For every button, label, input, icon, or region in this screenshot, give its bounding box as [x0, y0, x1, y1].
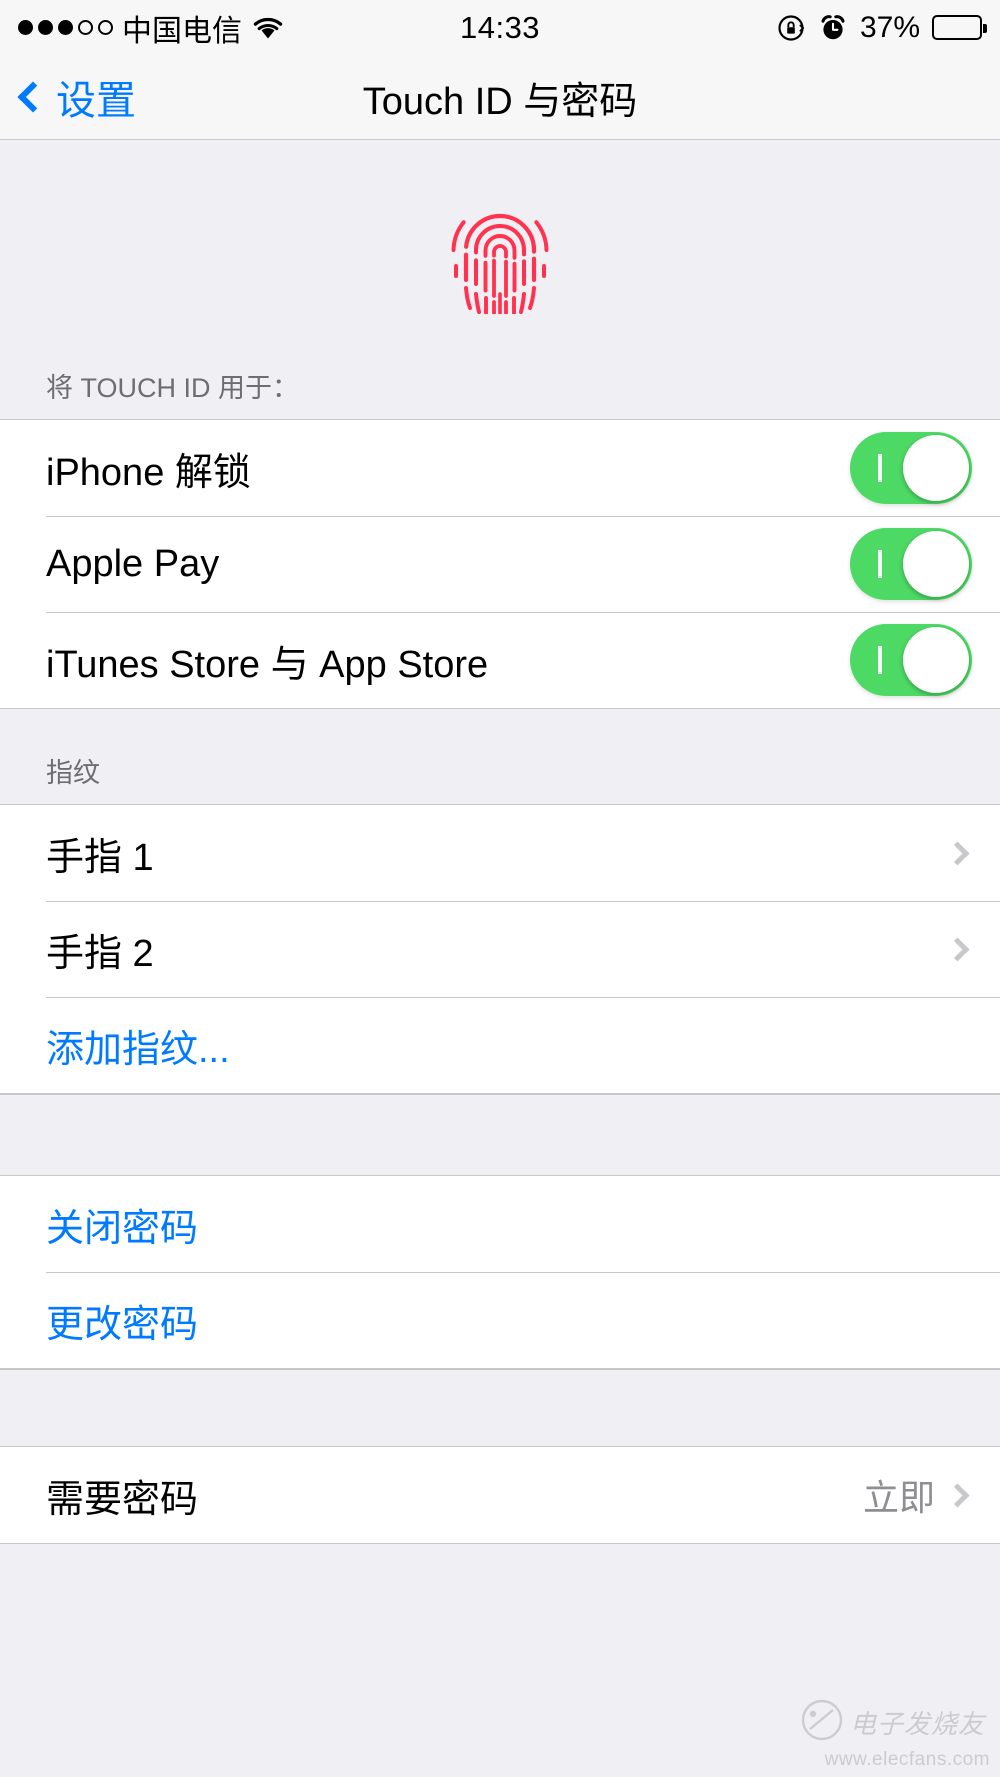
signal-dot-filled	[58, 20, 73, 35]
back-button[interactable]: 设置	[17, 68, 136, 126]
battery-percent-label: 37%	[859, 10, 921, 44]
toggle-on-bar-icon	[878, 550, 882, 578]
alarm-clock-icon	[818, 13, 848, 43]
signal-dot-empty	[78, 20, 93, 35]
rotation-lock-icon	[776, 13, 806, 43]
row-change-passcode[interactable]: 更改密码	[0, 1272, 1000, 1368]
group-require-passcode: 需要密码 立即	[0, 1447, 1000, 1544]
status-bar-clock: 14:33	[459, 9, 541, 45]
toggle-knob	[903, 627, 969, 693]
section-header-touchid-uses: 将 TOUCH ID 用于：	[0, 366, 1000, 419]
watermark-logo-icon	[800, 1698, 844, 1747]
row-label: iPhone 解锁	[46, 451, 251, 494]
row-label: 更改密码	[46, 1303, 199, 1346]
group-passcode-actions: 关闭密码 更改密码	[0, 1176, 1000, 1369]
row-label: 需要密码	[46, 1478, 199, 1521]
row-label: 关闭密码	[46, 1207, 199, 1250]
toggle-knob	[903, 531, 969, 597]
row-iphone-unlock[interactable]: iPhone 解锁	[0, 420, 1000, 516]
status-bar-left: 中国电信	[18, 6, 460, 50]
status-bar-right: 37%	[540, 10, 988, 45]
fingerprint-icon	[444, 194, 556, 316]
battery-icon	[932, 15, 988, 40]
iphone-settings-screen: 中国电信 14:33 37% 设置 Touch ID 与密码 将 TOUCH I…	[0, 0, 1000, 1777]
watermark-row: 电子发烧友	[800, 1698, 990, 1747]
section-gap-passcode	[0, 1094, 1000, 1176]
toggle-itunes-app-store[interactable]	[850, 624, 972, 696]
toggle-on-bar-icon	[878, 454, 882, 482]
toggle-apple-pay[interactable]	[850, 528, 972, 600]
hero-area	[0, 141, 1000, 366]
row-finger-2[interactable]: 手指 2	[0, 901, 1000, 997]
row-label: 手指 1	[46, 836, 154, 879]
carrier-name: 中国电信	[122, 14, 242, 48]
group-touchid-uses: iPhone 解锁 Apple Pay iTunes Store 与 App S…	[0, 419, 1000, 709]
signal-dot-filled	[18, 20, 33, 35]
row-itunes-app-store[interactable]: iTunes Store 与 App Store	[0, 612, 1000, 708]
group-fingerprints: 手指 1 手指 2 添加指纹...	[0, 804, 1000, 1094]
row-turn-passcode-off[interactable]: 关闭密码	[0, 1176, 1000, 1272]
status-bar: 中国电信 14:33 37%	[0, 0, 1000, 55]
watermark-url: www.elecfans.com	[824, 1749, 990, 1770]
section-header-fingerprints: 指纹	[0, 709, 1000, 804]
settings-content: 将 TOUCH ID 用于： iPhone 解锁 Apple Pay iTune…	[0, 141, 1000, 1544]
status-bar-center: 14:33	[460, 10, 540, 46]
toggle-knob	[903, 435, 969, 501]
wifi-icon	[251, 15, 285, 41]
watermark: 电子发烧友 www.elecfans.com	[800, 1698, 990, 1771]
back-button-label: 设置	[56, 79, 136, 123]
navigation-bar: 设置 Touch ID 与密码	[0, 55, 1000, 140]
row-require-passcode[interactable]: 需要密码 立即	[0, 1447, 1000, 1543]
chevron-left-icon	[17, 81, 49, 113]
signal-dot-filled	[38, 20, 53, 35]
chevron-right-icon	[945, 1482, 970, 1508]
row-label: Apple Pay	[46, 542, 220, 585]
watermark-text: 电子发烧友	[850, 1710, 986, 1739]
row-add-fingerprint[interactable]: 添加指纹...	[0, 997, 1000, 1093]
section-gap-require-passcode	[0, 1369, 1000, 1447]
row-label: iTunes Store 与 App Store	[46, 643, 489, 686]
toggle-on-bar-icon	[878, 646, 882, 674]
row-apple-pay[interactable]: Apple Pay	[0, 516, 1000, 612]
row-finger-1[interactable]: 手指 1	[0, 805, 1000, 901]
signal-strength-dots	[18, 20, 113, 35]
row-value: 立即	[862, 1477, 935, 1518]
chevron-right-icon	[945, 840, 970, 866]
row-label: 添加指纹...	[46, 1028, 230, 1071]
page-title: Touch ID 与密码	[362, 80, 638, 123]
toggle-iphone-unlock[interactable]	[850, 432, 972, 504]
chevron-right-icon	[945, 936, 970, 962]
row-label: 手指 2	[46, 932, 154, 975]
signal-dot-empty	[98, 20, 113, 35]
